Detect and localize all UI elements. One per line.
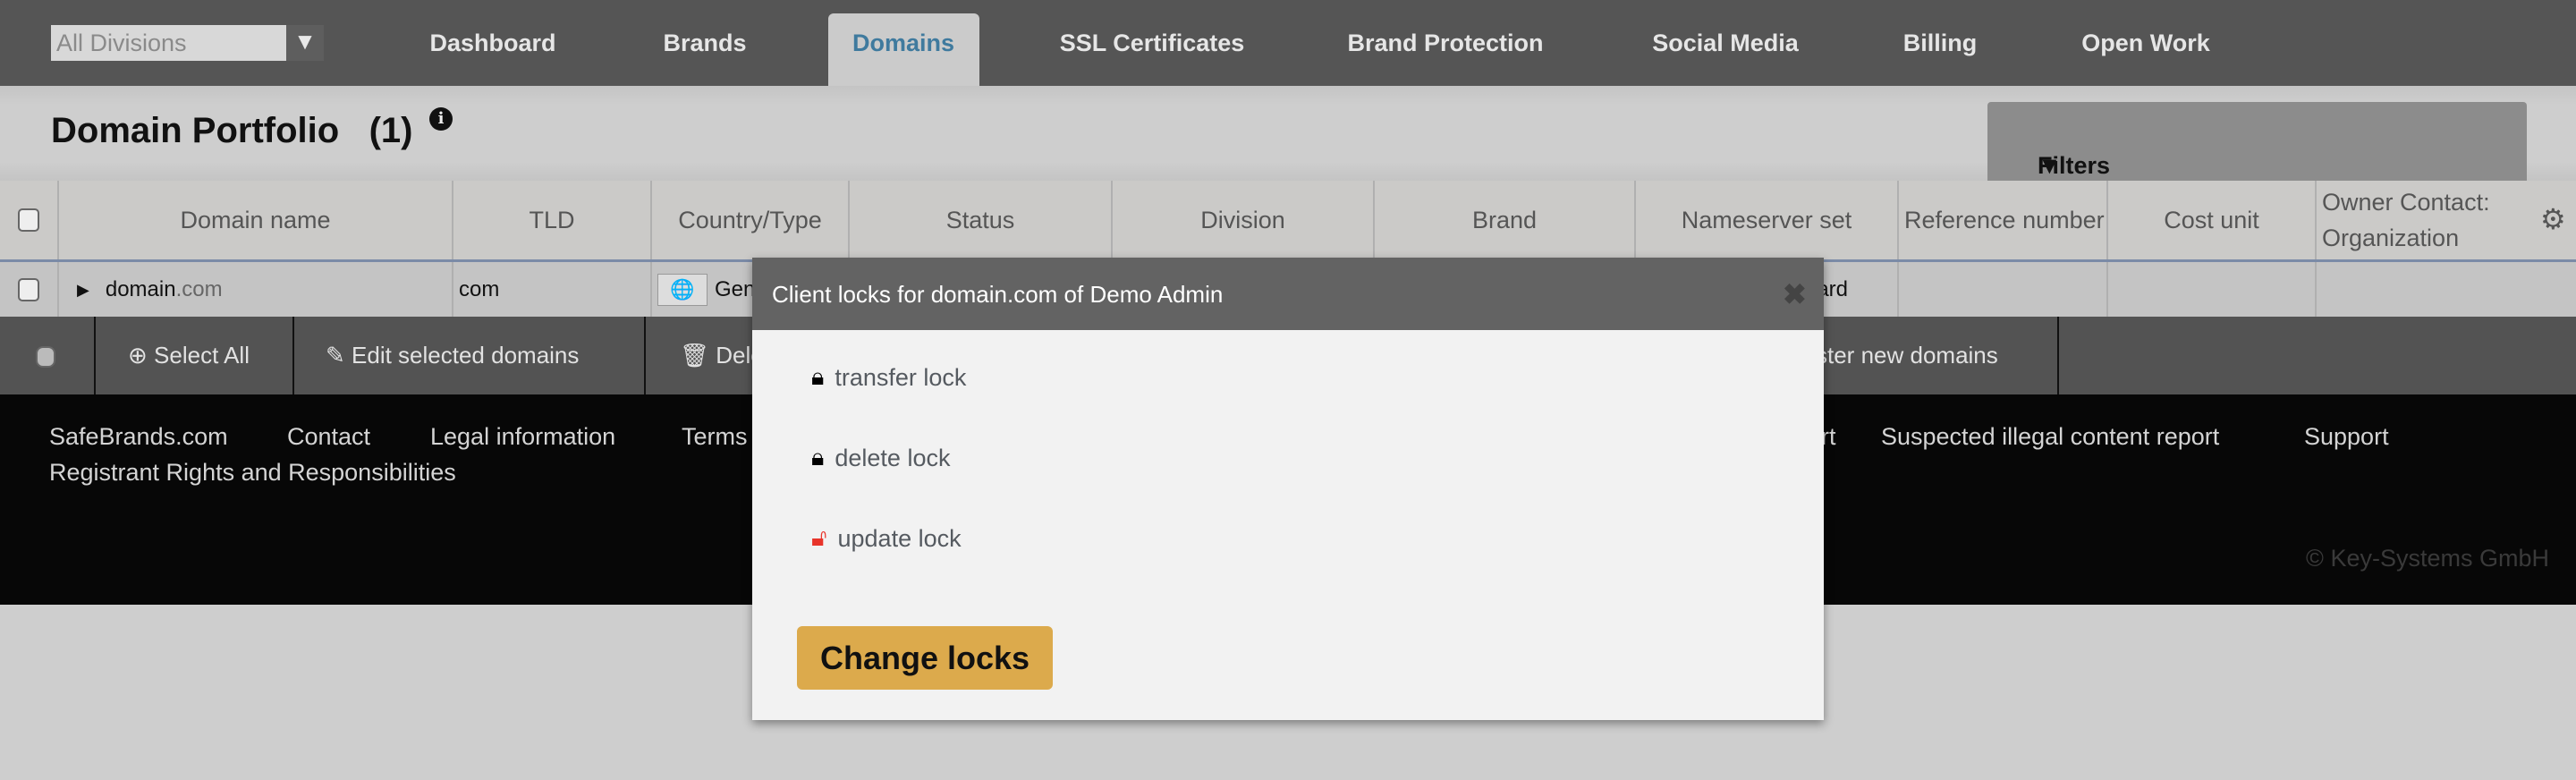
col-reference-number[interactable]: Reference number <box>1897 181 2106 259</box>
transfer-lock-item[interactable]: 🔒︎ transfer lock <box>811 363 966 392</box>
tab-ssl-certificates[interactable]: SSL Certificates <box>1060 0 1245 86</box>
table-header: Domain name TLD Country/Type Status Divi… <box>0 181 2576 259</box>
col-brand[interactable]: Brand <box>1373 181 1634 259</box>
tab-open-work[interactable]: Open Work <box>2081 0 2210 86</box>
col-cost-unit[interactable]: Cost unit <box>2106 181 2315 259</box>
col-tld[interactable]: TLD <box>452 181 650 259</box>
edit-label: Edit selected domains <box>352 342 580 369</box>
footer-link-contact[interactable]: Contact <box>287 423 370 451</box>
lock-icon: 🔒︎ <box>811 444 825 471</box>
select-all-label: Select All <box>154 342 250 369</box>
unlock-icon: 🔓︎ <box>811 524 827 551</box>
divider <box>292 317 294 394</box>
col-country-type[interactable]: Country/Type <box>650 181 848 259</box>
trash-icon: 🗑 <box>680 342 710 369</box>
lock-label: update lock <box>837 524 962 552</box>
col-nameserver-set[interactable]: Nameserver set <box>1634 181 1897 259</box>
expand-triangle-icon[interactable]: ▶ <box>77 272 89 308</box>
col-owner-organization[interactable]: Owner Contact: Organization <box>2315 181 2529 259</box>
chevron-down-icon[interactable]: ▼ <box>286 25 324 61</box>
pencil-icon: ✎ <box>326 342 345 369</box>
delete-lock-item[interactable]: 🔒︎ delete lock <box>811 444 950 472</box>
owner-cell <box>2315 262 2576 317</box>
select-all-checkbox-cell <box>0 181 57 259</box>
footer-link-terms[interactable]: Terms <box>682 423 748 451</box>
tab-social-media[interactable]: Social Media <box>1652 0 1799 86</box>
select-all-button[interactable]: ⊕ Select All <box>128 317 250 394</box>
lock-icon: 🔒︎ <box>811 363 825 390</box>
gear-icon[interactable]: ⚙ <box>2540 202 2566 236</box>
update-lock-item[interactable]: 🔓︎ update lock <box>811 524 962 553</box>
top-nav: All Divisions ▼ Dashboard Brands Domains… <box>0 0 2576 86</box>
col-domain-name[interactable]: Domain name <box>57 181 452 259</box>
domain-cell[interactable]: ▶ domain .com <box>57 262 452 317</box>
tab-domains[interactable]: Domains <box>852 0 954 86</box>
info-icon[interactable]: i <box>429 107 453 131</box>
bulk-checkbox[interactable] <box>36 317 55 394</box>
reference-cell <box>1897 262 2106 317</box>
globe-icon[interactable]: 🌐 <box>657 273 708 306</box>
divider <box>94 317 96 394</box>
dialog-header: Client locks for domain.com of Demo Admi… <box>752 258 1824 330</box>
row-checkbox[interactable] <box>18 277 39 301</box>
tld-cell: com <box>452 262 650 317</box>
dialog-title: Client locks for domain.com of Demo Admi… <box>772 281 1224 308</box>
title-text: Domain Portfolio <box>51 111 340 150</box>
footer-link-illegal-content[interactable]: Suspected illegal content report <box>1881 423 2219 451</box>
cost-unit-cell <box>2106 262 2315 317</box>
plus-circle-icon: ⊕ <box>128 342 148 369</box>
tab-brand-protection[interactable]: Brand Protection <box>1347 0 1543 86</box>
footer-link-legal[interactable]: Legal information <box>430 423 615 451</box>
filters-label: Filters <box>2038 152 2111 179</box>
lock-label: transfer lock <box>835 363 967 391</box>
edit-selected-button[interactable]: ✎ Edit selected domains <box>326 317 579 394</box>
client-locks-dialog: Client locks for domain.com of Demo Admi… <box>752 258 1824 720</box>
footer-link-safebrands[interactable]: SafeBrands.com <box>49 423 228 451</box>
row-checkbox-cell <box>0 262 57 317</box>
tab-brands[interactable]: Brands <box>663 0 746 86</box>
col-division[interactable]: Division <box>1111 181 1373 259</box>
domain-name[interactable]: domain <box>106 272 176 308</box>
page-title: Domain Portfolio (1) <box>51 111 412 151</box>
delete-button[interactable]: 🗑 Dele <box>680 317 764 394</box>
domain-count: (1) <box>369 111 413 150</box>
col-status[interactable]: Status <box>848 181 1111 259</box>
divider <box>2057 317 2059 394</box>
lock-label: delete lock <box>835 444 951 471</box>
change-locks-button[interactable]: Change locks <box>797 626 1053 690</box>
domain-suffix: .com <box>175 276 223 301</box>
close-icon[interactable]: ✖ <box>1783 277 1807 311</box>
filters-toggle[interactable]: ▼ Filters <box>1987 102 2527 181</box>
footer-link-registrant-rights[interactable]: Registrant Rights and Responsibilities <box>49 459 456 487</box>
tab-dashboard[interactable]: Dashboard <box>429 0 555 86</box>
division-select[interactable]: All Divisions <box>51 25 324 61</box>
select-all-checkbox[interactable] <box>18 208 39 232</box>
footer-link-support[interactable]: Support <box>2304 423 2389 451</box>
register-new-domains-button[interactable]: ster new domains <box>1816 317 1998 394</box>
tab-billing[interactable]: Billing <box>1903 0 1978 86</box>
divider <box>644 317 646 394</box>
copyright: © Key-Systems GmbH <box>2306 545 2549 572</box>
